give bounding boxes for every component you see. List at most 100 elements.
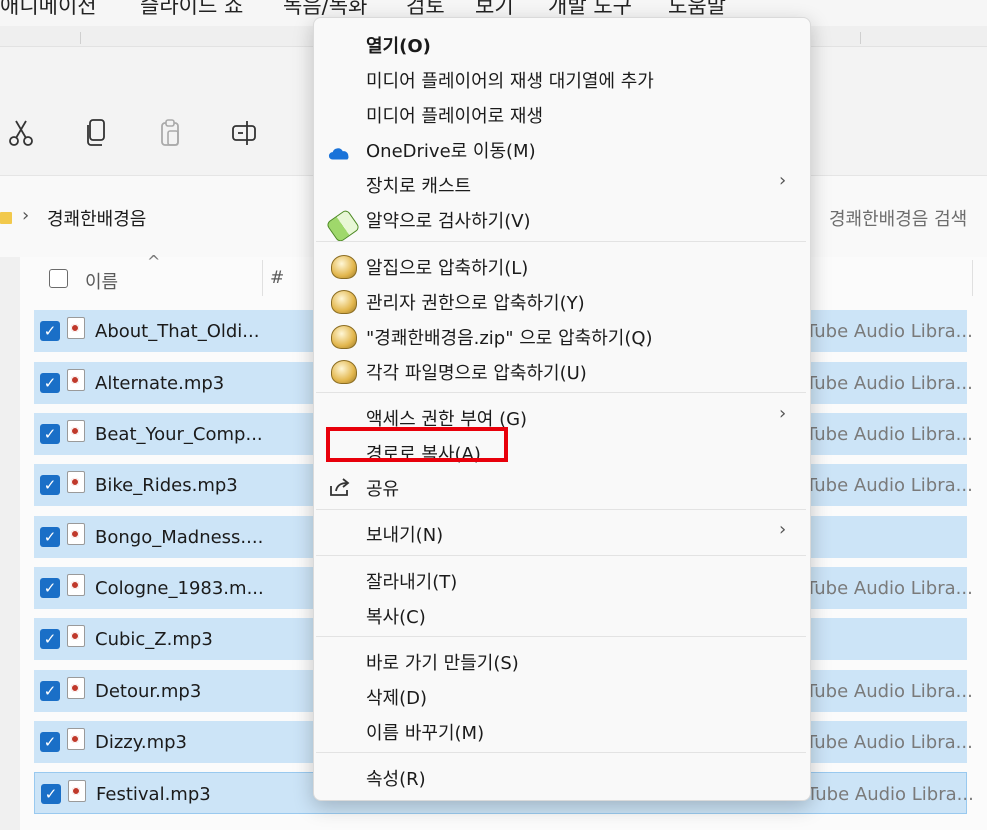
checkbox[interactable]: ✓ [40,578,60,598]
checkbox[interactable]: ✓ [40,475,60,495]
menu-item-zip-named[interactable]: "경쾌한배경음.zip" 으로 압축하기(Q) [314,318,808,353]
file-name: Alternate.mp3 [95,373,225,394]
checkbox[interactable]: ✓ [41,784,61,804]
file-artist: Tube Audio Libra... [806,732,973,753]
file-artist: Tube Audio Libra... [806,475,973,496]
file-name: Detour.mp3 [95,681,202,702]
menu-item-cut[interactable]: 잘라내기(T) [314,562,808,597]
menu-item-add-to-queue[interactable]: 미디어 플레이어의 재생 대기열에 추가 [314,61,808,96]
file-artist: Tube Audio Libra... [806,681,973,702]
nav-pane-edge [0,257,20,830]
checkbox[interactable]: ✓ [40,527,60,547]
search-input[interactable]: 경쾌한배경음 검색 [829,205,967,231]
file-artist: Tube Audio Libra... [806,373,973,394]
menu-item-alzip[interactable]: 알집으로 압축하기(L) [314,248,808,283]
menu-divider [316,392,806,393]
menu-item-label: 미디어 플레이어의 재생 대기열에 추가 [366,71,654,92]
chevron-right-icon: › [779,519,787,540]
rename-icon[interactable] [231,117,259,149]
audio-file-icon [68,780,86,802]
chevron-right-icon: › [779,403,787,424]
alzip-icon [331,360,357,384]
ribbon-divider [860,32,861,44]
file-name: Cubic_Z.mp3 [95,629,213,650]
audio-file-icon [67,625,85,647]
menu-divider [316,636,806,637]
share-icon [330,478,350,496]
menu-item-label: OneDrive로 이동(M) [366,141,536,162]
menu-item-share[interactable]: 공유 [314,469,808,504]
menu-item-play-media[interactable]: 미디어 플레이어로 재생 [314,96,808,131]
menu-item-cast[interactable]: 장치로 캐스트 › [314,166,808,201]
alyac-pill-icon [325,208,361,244]
folder-icon [0,212,12,224]
audio-file-icon [67,420,85,442]
checkbox[interactable]: ✓ [40,629,60,649]
checkbox[interactable]: ✓ [40,681,60,701]
menu-item-label: 관리자 권한으로 압축하기(Y) [366,293,585,314]
audio-file-icon [67,728,85,750]
menu-item-label: "경쾌한배경음.zip" 으로 압축하기(Q) [366,328,653,349]
checkbox[interactable]: ✓ [40,424,60,444]
menu-item-label: 보내기(N) [366,525,444,546]
menu-divider [316,555,806,556]
onedrive-cloud-icon [328,148,349,160]
menu-item-onedrive[interactable]: OneDrive로 이동(M) [314,131,808,166]
file-name: Cologne_1983.m... [95,578,264,599]
menu-item-label: 장치로 캐스트 [366,176,472,197]
audio-file-icon [67,677,85,699]
column-divider[interactable] [262,260,263,296]
column-header-name[interactable]: 이름 [85,268,118,294]
menu-animation[interactable]: 애니메이션 [0,0,97,20]
menu-item-label: 미디어 플레이어로 재생 [366,106,544,127]
menu-item-rename[interactable]: 이름 바꾸기(M) [314,713,808,748]
checkbox[interactable]: ✓ [40,321,60,341]
paste-icon[interactable] [156,117,184,149]
alzip-icon [331,325,357,349]
audio-file-icon [67,523,85,545]
annotation-highlight-box [326,427,508,462]
audio-file-icon [67,574,85,596]
alzip-icon [331,255,357,279]
chevron-right-icon: › [779,170,787,191]
menu-item-send-to[interactable]: 보내기(N) › [314,515,808,550]
menu-item-zip-each[interactable]: 각각 파일명으로 압축하기(U) [314,353,808,388]
file-name: Dizzy.mp3 [95,732,187,753]
chevron-right-icon[interactable]: › [22,205,29,226]
menu-slideshow[interactable]: 슬라이드 쇼 [140,0,243,20]
menu-item-alzip-admin[interactable]: 관리자 권한으로 압축하기(Y) [314,283,808,318]
audio-file-icon [67,369,85,391]
menu-item-open[interactable]: 열기(O) [314,26,808,61]
menu-item-label: 열기(O) [366,36,431,57]
menu-item-label: 공유 [366,479,400,500]
menu-divider [316,509,806,510]
file-name: Festival.mp3 [96,784,211,805]
menu-divider [316,241,806,242]
audio-file-icon [67,317,85,339]
alzip-admin-icon [331,290,357,314]
checkbox[interactable]: ✓ [40,373,60,393]
ribbon-divider [80,32,81,44]
menu-item-properties[interactable]: 속성(R) [314,759,808,794]
menu-item-label: 알약으로 검사하기(V) [366,211,531,232]
menu-item-label: 속성(R) [366,769,426,790]
cut-icon[interactable] [7,117,35,149]
menu-item-label: 바로 가기 만들기(S) [366,653,519,674]
file-artist: Tube Audio Libra... [807,784,974,805]
file-name: About_That_Oldi... [95,321,260,342]
menu-item-label: 각각 파일명으로 압축하기(U) [366,363,587,384]
column-divider[interactable] [972,260,973,296]
breadcrumb[interactable]: 경쾌한배경음 [47,205,146,231]
copy-icon[interactable] [82,117,110,149]
file-name: Beat_Your_Comp... [95,424,263,445]
file-artist: Tube Audio Libra... [806,424,973,445]
select-all-checkbox[interactable] [49,269,68,288]
menu-divider [316,752,806,753]
menu-item-scan[interactable]: 알약으로 검사하기(V) [314,201,808,244]
menu-item-copy[interactable]: 복사(C) [314,597,808,632]
menu-item-delete[interactable]: 삭제(D) [314,678,808,713]
menu-item-shortcut[interactable]: 바로 가기 만들기(S) [314,643,808,678]
menu-item-label: 이름 바꾸기(M) [366,723,485,744]
checkbox[interactable]: ✓ [40,732,60,752]
column-header-number[interactable]: # [270,268,284,288]
